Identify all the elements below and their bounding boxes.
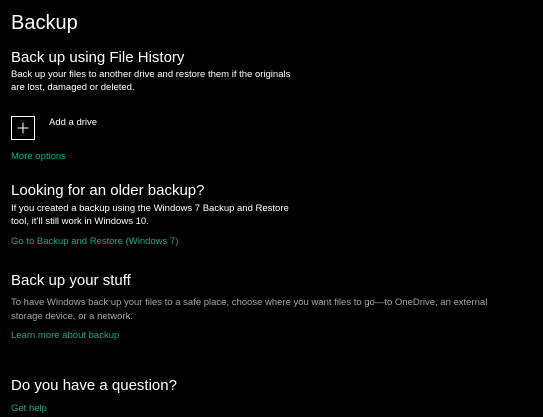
get-help-link[interactable]: Get help [11,403,47,415]
more-options-link[interactable]: More options [11,151,66,163]
file-history-description-line2: are lost, damaged or deleted. [11,82,135,93]
file-history-heading: Back up using File History [11,49,185,66]
backup-restore-windows7-link[interactable]: Go to Backup and Restore (Windows 7) [11,236,178,248]
learn-more-backup-link[interactable]: Learn more about backup [11,330,119,342]
older-backup-description-line1: If you created a backup using the Window… [11,203,289,214]
add-drive-button[interactable]: Add a drive [11,116,97,140]
add-drive-label: Add a drive [49,117,98,128]
backup-stuff-description-line1: To have Windows back up your files to a … [11,297,488,308]
plus-icon[interactable] [11,116,35,140]
file-history-description-line1: Back up your files to another drive and … [11,69,291,80]
question-heading: Do you have a question? [11,377,177,394]
backup-stuff-description-line2: storage device, or a network. [11,311,133,322]
backup-stuff-heading: Back up your stuff [11,272,131,289]
page-title: Backup [11,12,78,34]
older-backup-heading: Looking for an older backup? [11,182,205,199]
older-backup-description-line2: tool, it’ll still work in Windows 10. [11,216,149,227]
